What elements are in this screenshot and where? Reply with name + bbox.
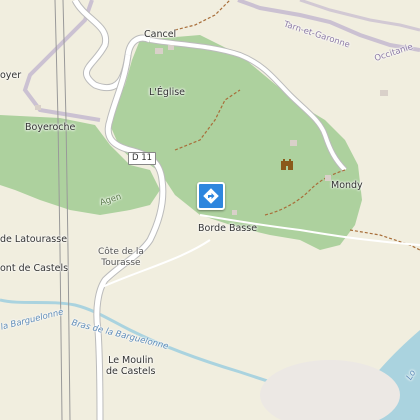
place-label-boyer: oyer [0,70,22,81]
track [349,229,420,251]
railway [54,0,63,420]
place-label-pont-castels: ont de Castels [0,263,69,274]
building [232,210,237,215]
directions-icon [203,188,219,204]
castle-icon[interactable] [280,158,294,170]
building [168,45,174,50]
building [290,140,297,146]
place-label-boyeroche: Boyeroche [25,122,76,133]
railway [62,0,71,420]
place-label-leglise: L'Église [149,87,186,98]
directions-marker[interactable] [197,182,225,210]
forest-area [110,35,362,250]
building [155,48,163,54]
place-label-borde-basse: Borde Basse [198,223,258,234]
place-label-latourasse: de Latourasse [0,234,68,245]
place-label-cote-tourasse: Côte de la Tourasse [98,247,144,268]
place-label-moulin-castels: Le Moulin de Castels [106,355,156,377]
place-label-mondy: Mondy [331,180,363,191]
field-patch [260,360,400,420]
road-shield-d11: D 11 [128,152,157,165]
map-canvas[interactable]: Cancel L'Église oyer Boyeroche Mondy de … [0,0,420,420]
place-label-cancel: Cancel [144,29,177,40]
track [174,0,231,31]
map-base-layer [0,0,420,420]
building [35,105,41,110]
admin-boundary [299,0,420,32]
building [380,90,388,96]
